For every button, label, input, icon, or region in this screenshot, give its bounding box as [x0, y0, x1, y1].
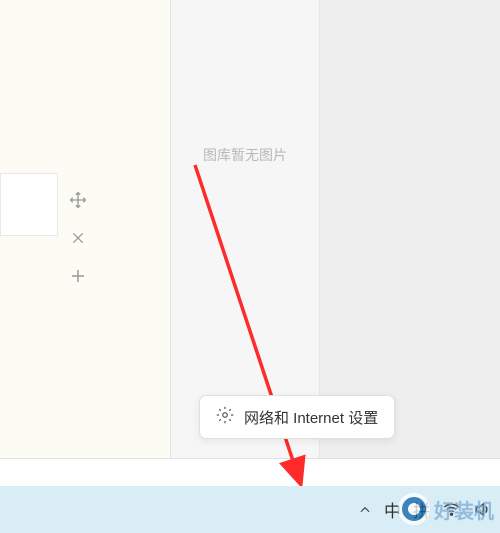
right-panel: [320, 0, 500, 458]
gear-icon: [216, 406, 234, 428]
move-icon[interactable]: [68, 190, 88, 210]
close-icon[interactable]: [68, 228, 88, 248]
watermark: 好装机: [398, 493, 494, 525]
plus-icon[interactable]: [68, 266, 88, 286]
network-tooltip[interactable]: 网络和 Internet 设置: [199, 395, 395, 439]
taskbar: 中 拼 好装机: [0, 486, 500, 533]
tooltip-label: 网络和 Internet 设置: [244, 407, 378, 428]
canvas-thumbnail: [0, 173, 58, 236]
watermark-logo: [398, 493, 430, 525]
watermark-text: 好装机: [434, 495, 494, 524]
tool-column: [68, 190, 88, 286]
gallery-panel: 图库暂无图片: [170, 0, 320, 458]
left-panel: [0, 0, 170, 458]
app-bottom-bar: [0, 458, 500, 486]
chevron-up-icon[interactable]: [358, 503, 372, 517]
